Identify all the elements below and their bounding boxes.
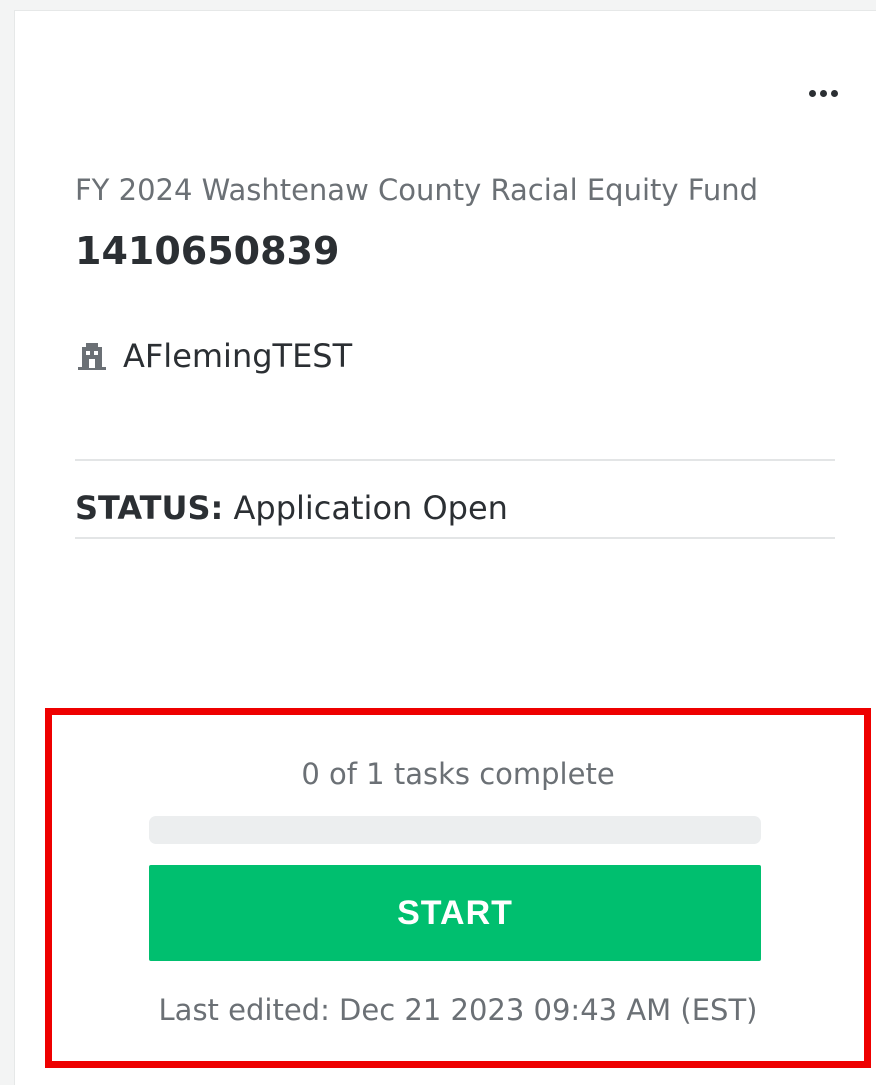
last-edited-text: Last edited: Dec 21 2023 09:43 AM (EST) xyxy=(158,993,758,1027)
divider-bottom xyxy=(75,537,835,539)
task-panel: 0 of 1 tasks complete START Last edited:… xyxy=(45,708,871,1068)
building-icon xyxy=(75,339,109,373)
more-dot xyxy=(830,89,838,97)
status-label: STATUS: xyxy=(75,489,224,527)
program-name: FY 2024 Washtenaw County Racial Equity F… xyxy=(75,173,759,207)
divider-top xyxy=(75,459,835,461)
organization-row: AFlemingTEST xyxy=(75,337,352,375)
status-value: Application Open xyxy=(233,489,508,527)
more-horizontal-icon xyxy=(808,89,816,97)
tasks-complete-text: 0 of 1 tasks complete xyxy=(301,757,615,791)
organization-name: AFlemingTEST xyxy=(123,337,353,375)
start-button[interactable]: START xyxy=(149,865,761,961)
status-row: STATUS: Application Open xyxy=(75,489,508,527)
progress-bar xyxy=(149,816,761,844)
more-dot xyxy=(819,89,827,97)
more-options-button[interactable] xyxy=(801,73,845,113)
application-card: FY 2024 Washtenaw County Racial Equity F… xyxy=(14,10,876,1085)
application-id: 1410650839 xyxy=(75,229,340,273)
